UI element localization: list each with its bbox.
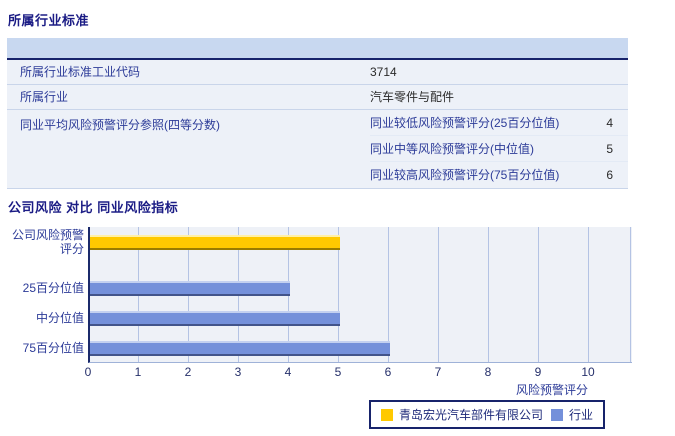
row-label: 同业平均风险预警评分参照(四等分数) [7,110,370,188]
subrow-label: 同业中等风险预警评分(中位值) [370,136,588,161]
legend-label-industry: 行业 [569,406,593,423]
row-value: 汽车零件与配件 [370,85,628,109]
company-color-swatch-icon [381,409,393,421]
gridline [588,227,589,362]
bar-industry-1 [90,281,290,296]
x-axis-tick: 2 [185,365,192,379]
row-label: 所属行业标准工业代码 [7,60,370,84]
gridline [538,227,539,362]
legend-item-company: 青岛宏光汽车部件有限公司 [381,406,543,423]
legend-item-industry: 行业 [551,406,593,423]
x-axis-title: 风险预警评分 [458,381,588,398]
section-title-risk-comparison: 公司风险 对比 同业风险指标 [8,197,178,216]
y-axis-label: 公司风险预警评分 [6,228,84,256]
x-axis-tick: 7 [435,365,442,379]
x-axis-tick: 3 [235,365,242,379]
industry-color-swatch-icon [551,409,563,421]
y-axis-label: 25百分位值 [6,281,84,295]
row-label: 所属行业 [7,85,370,109]
x-axis-tick: 6 [385,365,392,379]
gridline [438,227,439,362]
table-header-row [7,38,628,60]
bar-industry-2 [90,311,340,326]
gridline [630,227,631,362]
gridline [488,227,489,362]
peer-score-subtable: 同业较低风险预警评分(25百分位值) 4 同业中等风险预警评分(中位值) 5 同… [370,110,628,188]
x-axis-tick: 9 [535,365,542,379]
y-axis-label: 75百分位值 [6,341,84,355]
x-axis-tick: 8 [485,365,492,379]
chart-legend: 青岛宏光汽车部件有限公司 行业 [369,400,605,429]
subrow-label: 同业较高风险预警评分(75百分位值) [370,162,588,188]
subrow-label: 同业较低风险预警评分(25百分位值) [370,110,588,135]
subrow-median: 同业中等风险预警评分(中位值) 5 [370,136,628,162]
report-page: 所属行业标准 所属行业标准工业代码 3714 所属行业 汽车零件与配件 同业平均… [0,0,675,436]
table-row-peer-scores: 同业平均风险预警评分参照(四等分数) 同业较低风险预警评分(25百分位值) 4 … [7,110,628,189]
chart-plot-area [88,227,632,363]
subrow-value: 4 [588,110,628,135]
industry-standards-table: 所属行业标准工业代码 3714 所属行业 汽车零件与配件 同业平均风险预警评分参… [7,38,628,189]
row-value: 3714 [370,60,628,84]
x-axis-tick: 5 [335,365,342,379]
subrow-25th-percentile: 同业较低风险预警评分(25百分位值) 4 [370,110,628,136]
bar-industry-3 [90,341,390,356]
subrow-value: 6 [588,162,628,188]
x-axis-tick: 4 [285,365,292,379]
table-row-industry: 所属行业 汽车零件与配件 [7,85,628,110]
x-axis-tick: 10 [581,365,594,379]
bar-company [90,235,340,250]
table-row-sic-code: 所属行业标准工业代码 3714 [7,60,628,85]
y-axis-label: 中分位值 [6,311,84,325]
section-title-industry-standards: 所属行业标准 [8,10,89,29]
x-axis-tick: 1 [135,365,142,379]
subrow-value: 5 [588,136,628,161]
legend-label-company: 青岛宏光汽车部件有限公司 [399,406,543,423]
x-axis-tick: 0 [85,365,92,379]
subrow-75th-percentile: 同业较高风险预警评分(75百分位值) 6 [370,162,628,188]
